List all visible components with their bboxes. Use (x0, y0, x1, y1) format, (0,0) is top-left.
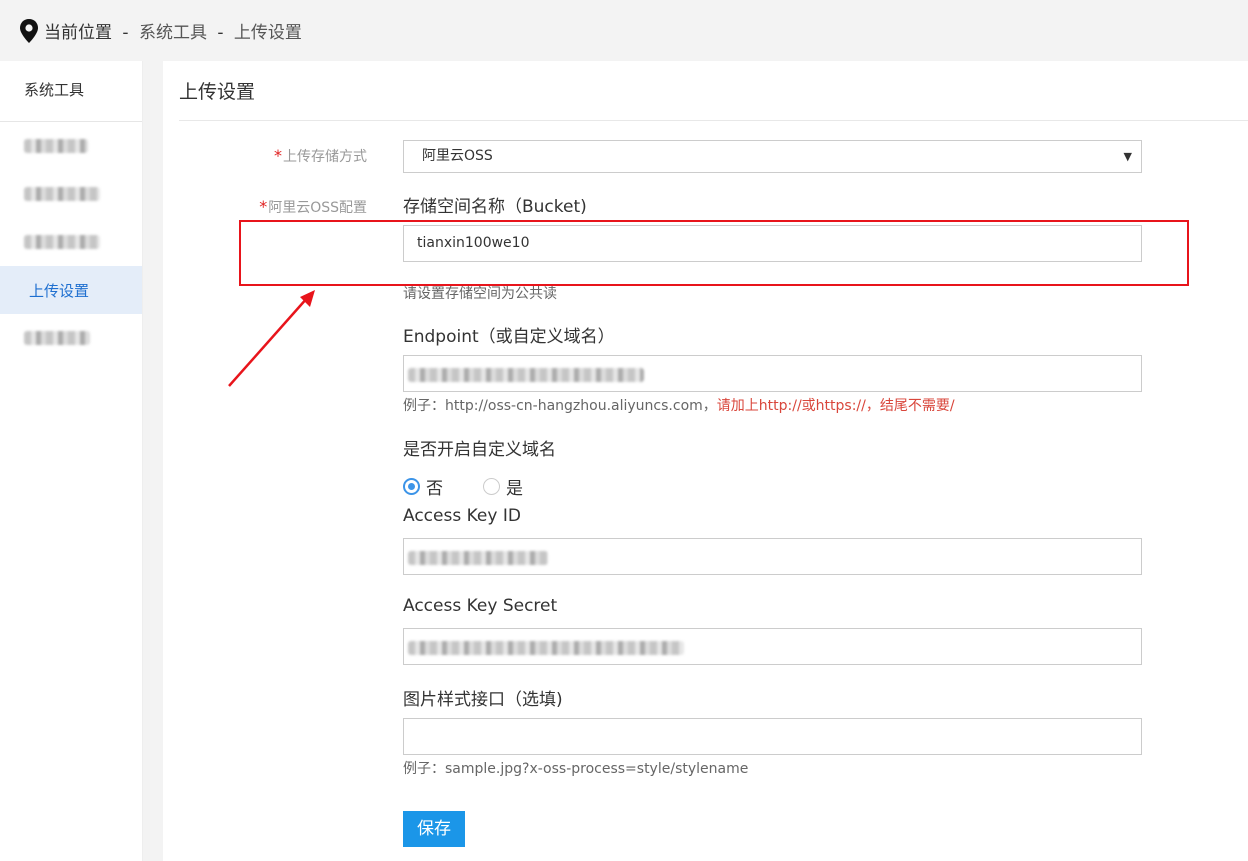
storage-method-select[interactable]: 阿里云OSS ▼ (403, 140, 1142, 173)
sidebar-item-blurred-4[interactable] (0, 314, 142, 362)
blurred-value (408, 551, 548, 565)
endpoint-input[interactable] (403, 355, 1142, 392)
layout-gutter (143, 61, 163, 861)
blurred-label (24, 139, 88, 153)
blurred-label (24, 187, 100, 201)
blurred-label (24, 235, 100, 249)
endpoint-label: Endpoint（或自定义域名） (403, 327, 615, 347)
radio-checked-icon[interactable] (403, 478, 420, 495)
main-content: 上传设置 *上传存储方式 阿里云OSS ▼ *阿里云OSS配置 存储空间名称（B… (163, 61, 1248, 861)
custom-domain-label: 是否开启自定义域名 (403, 440, 556, 460)
access-key-secret-label: Access Key Secret (403, 596, 558, 616)
bucket-label: 存储空间名称（Bucket) (403, 197, 587, 217)
page-title: 上传设置 (179, 81, 256, 103)
blurred-value (408, 641, 684, 655)
breadcrumb-current-label: 当前位置 (44, 23, 112, 43)
annotation-arrow-icon (228, 290, 315, 387)
sidebar-item-upload-settings[interactable]: 上传设置 (0, 266, 142, 314)
breadcrumb-level-1[interactable]: 系统工具 (139, 23, 207, 43)
dropdown-caret-icon: ▼ (1123, 150, 1132, 163)
bucket-input[interactable]: tianxin100we10 (403, 225, 1142, 262)
radio-unchecked-icon[interactable] (483, 478, 500, 495)
custom-domain-radio-group: 否 是 (403, 474, 563, 499)
sidebar-item-blurred-3[interactable] (0, 218, 142, 266)
sidebar-title: 系统工具 (0, 61, 142, 122)
custom-domain-option-yes[interactable]: 是 (483, 474, 523, 499)
required-mark: * (274, 146, 282, 165)
image-style-hint: 例子：sample.jpg?x-oss-process=style/stylen… (403, 761, 749, 777)
oss-config-label: *阿里云OSS配置 (259, 197, 367, 216)
storage-method-value: 阿里云OSS (422, 148, 493, 164)
access-key-id-label: Access Key ID (403, 506, 521, 526)
custom-domain-option-no[interactable]: 否 (403, 474, 443, 499)
sidebar-item-label: 上传设置 (29, 281, 90, 300)
storage-method-label: *上传存储方式 (274, 146, 367, 165)
access-key-id-input[interactable] (403, 538, 1142, 575)
location-pin-icon (20, 18, 38, 43)
breadcrumb-level-2: 上传设置 (233, 23, 302, 43)
sidebar-item-blurred-2[interactable] (0, 170, 142, 218)
access-key-secret-input[interactable] (403, 628, 1142, 665)
blurred-value (408, 368, 644, 382)
save-button[interactable]: 保存 (403, 811, 465, 847)
bucket-value: tianxin100we10 (417, 235, 530, 251)
title-divider (179, 120, 1248, 121)
breadcrumb-separator: - (122, 23, 129, 43)
endpoint-hint: 例子：http://oss-cn-hangzhou.aliyuncs.com，请… (403, 395, 955, 415)
bucket-hint: 请设置存储空间为公共读 (403, 286, 557, 302)
required-mark: * (259, 197, 268, 216)
breadcrumb-bar: 当前位置 - 系统工具 - 上传设置 (0, 0, 1248, 61)
image-style-label: 图片样式接口（选填) (403, 690, 563, 710)
sidebar-item-blurred-1[interactable] (0, 122, 142, 170)
sidebar: 系统工具 上传设置 (0, 61, 143, 861)
image-style-input[interactable] (403, 718, 1142, 755)
endpoint-hint-example: 例子：http://oss-cn-hangzhou.aliyuncs.com， (403, 398, 717, 414)
breadcrumb-separator: - (217, 23, 224, 43)
blurred-label (24, 331, 90, 345)
endpoint-hint-warning: 请加上http://或https://，结尾不需要/ (716, 398, 955, 414)
breadcrumb: 当前位置 - 系统工具 - 上传设置 (44, 18, 302, 43)
